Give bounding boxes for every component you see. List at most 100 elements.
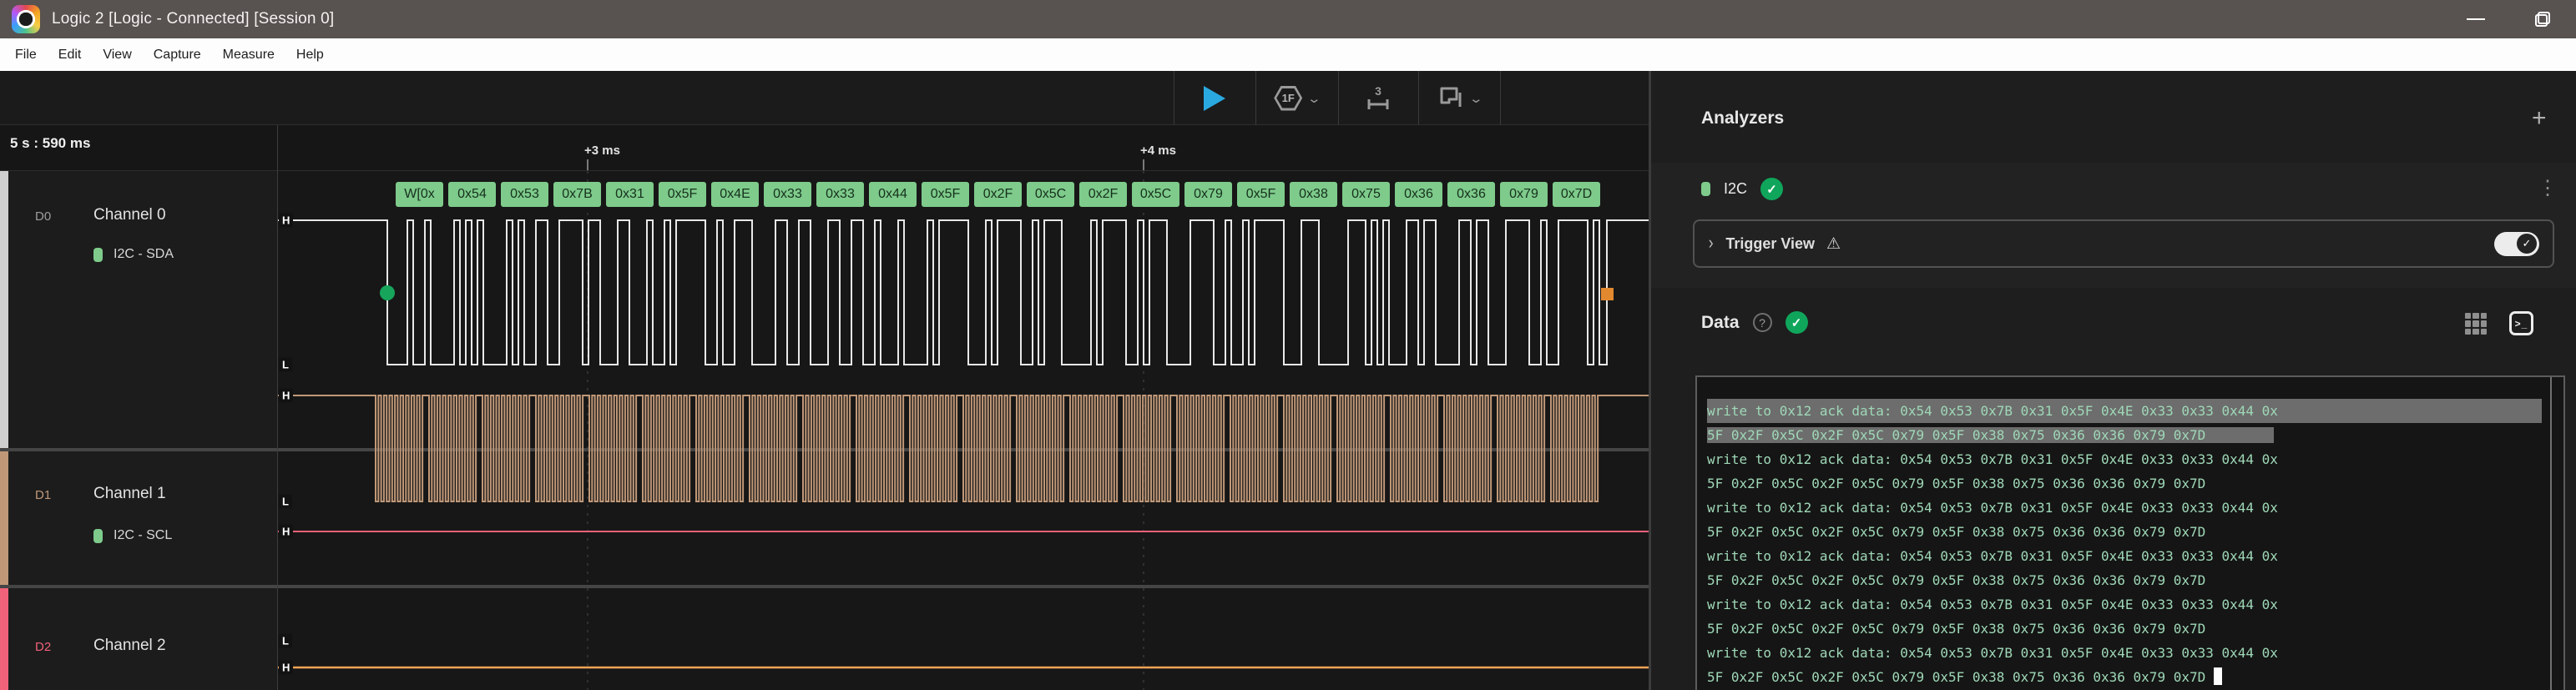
- i2c-byte-bubble[interactable]: 0x44: [869, 182, 917, 207]
- i2c-byte-bubble[interactable]: 0x7D: [1553, 182, 1600, 207]
- i2c-byte-bubble[interactable]: 0x33: [816, 182, 864, 207]
- analyzers-panel: Analyzers + I2C ✓ ⋮ › Trigger View ⚠ ✓ D…: [1649, 71, 2576, 690]
- flag-icon: [1437, 85, 1464, 112]
- minimize-button[interactable]: [2449, 0, 2503, 38]
- terminal-line[interactable]: 5F 0x2F 0x5C 0x2F 0x5C 0x79 0x5F 0x38 0x…: [1707, 471, 2542, 496]
- device-settings-button[interactable]: 1F ⌄: [1255, 71, 1338, 125]
- timeline-marker-label: +3 ms: [584, 144, 620, 158]
- i2c-byte-bubble[interactable]: 0x54: [448, 182, 496, 207]
- analyzer-dot-icon: [1701, 182, 1710, 196]
- channel-2-name: Channel 2: [93, 637, 166, 655]
- channel-0-label-panel[interactable]: D0 Channel 0 I2C - SDA: [0, 171, 277, 448]
- terminal-line[interactable]: 5F 0x2F 0x5C 0x2F 0x5C 0x79 0x5F 0x38 0x…: [1707, 423, 2542, 447]
- trigger-view-toggle[interactable]: ✓: [2494, 232, 2539, 256]
- trigger-view-row[interactable]: › Trigger View ⚠ ✓: [1693, 219, 2554, 268]
- capture-toolbar: 1F ⌄ 3 ⌄: [0, 71, 1649, 125]
- restore-button[interactable]: [2516, 0, 2569, 38]
- channel-0-id: D0: [35, 209, 51, 224]
- analyzer-ok-icon: ✓: [1760, 178, 1783, 200]
- terminal-view-button[interactable]: >_: [2509, 311, 2533, 335]
- start-capture-button[interactable]: [1174, 71, 1255, 125]
- sda-waveform: [277, 220, 1649, 365]
- i2c-stop-marker: [1601, 288, 1614, 300]
- terminal-line[interactable]: write to 0x12 ack data: 0x54 0x53 0x7B 0…: [1707, 641, 2542, 665]
- timeline-tick: [1143, 159, 1144, 170]
- i2c-byte-bubble[interactable]: 0x4E: [711, 182, 759, 207]
- menu-item-file[interactable]: File: [4, 38, 48, 71]
- timeline[interactable]: 5 s : 590 ms +3 ms +4 ms: [0, 125, 1649, 171]
- help-icon[interactable]: ?: [1753, 313, 1772, 332]
- menu-item-view[interactable]: View: [92, 38, 142, 71]
- data-header: Data ? ✓: [1701, 311, 1808, 334]
- table-view-button[interactable]: [2465, 313, 2487, 335]
- menu-item-edit[interactable]: Edit: [48, 38, 93, 71]
- data-ok-icon: ✓: [1786, 311, 1808, 334]
- i2c-byte-bubble[interactable]: 0x5F: [922, 182, 969, 207]
- timeline-marker-label: +4 ms: [1140, 144, 1176, 158]
- measurements-button[interactable]: 3: [1338, 71, 1418, 125]
- i2c-byte-bubble[interactable]: 0x2F: [974, 182, 1022, 207]
- i2c-byte-bubble[interactable]: 0x31: [606, 182, 654, 207]
- svg-text:3: 3: [1375, 84, 1381, 98]
- level-low-label: L: [279, 634, 292, 648]
- channel-2-color-strip: [0, 588, 8, 690]
- terminal-line[interactable]: 5F 0x2F 0x5C 0x2F 0x5C 0x79 0x5F 0x38 0x…: [1707, 665, 2542, 689]
- restore-icon: [2535, 12, 2550, 27]
- menu-item-measure[interactable]: Measure: [212, 38, 285, 71]
- level-high-label: H: [279, 389, 293, 403]
- app-logo-icon: [12, 5, 40, 33]
- terminal-line[interactable]: write to 0x12 ack data: 0x54 0x53 0x7B 0…: [1707, 399, 2542, 423]
- warning-icon: ⚠: [1826, 234, 1841, 254]
- terminal-scrollbar[interactable]: [2550, 377, 2552, 690]
- i2c-byte-bubble[interactable]: 0x38: [1290, 182, 1337, 207]
- chevron-down-icon: ⌄: [1307, 91, 1322, 106]
- terminal-line[interactable]: 5F 0x2F 0x5C 0x2F 0x5C 0x79 0x5F 0x38 0x…: [1707, 520, 2542, 544]
- terminal-line[interactable]: write to 0x12 ack data: 0x54 0x53 0x7B 0…: [1707, 544, 2542, 568]
- i2c-byte-bubble[interactable]: 0x2F: [1079, 182, 1127, 207]
- channel-1-label-panel[interactable]: D1 Channel 1 I2C - SCL: [0, 451, 277, 585]
- channel-2-label-panel[interactable]: D2 Channel 2: [0, 588, 277, 690]
- i2c-byte-bubble[interactable]: 0x79: [1500, 182, 1548, 207]
- i2c-byte-bubble[interactable]: 0x53: [501, 182, 548, 207]
- terminal-cursor: [2214, 667, 2222, 685]
- level-high-label: H: [279, 214, 293, 228]
- terminal-line[interactable]: write to 0x12 ack data: 0x54 0x53 0x7B 0…: [1707, 496, 2542, 520]
- i2c-byte-bubble[interactable]: 0x33: [764, 182, 811, 207]
- i2c-byte-bubble[interactable]: 0x75: [1342, 182, 1390, 207]
- trigger-view-label: Trigger View: [1725, 235, 1815, 253]
- i2c-byte-bubble[interactable]: 0x79: [1184, 182, 1232, 207]
- analyzer-menu-button[interactable]: ⋮: [2538, 176, 2558, 200]
- data-terminal[interactable]: write to 0x12 ack data: 0x54 0x53 0x7B 0…: [1695, 375, 2565, 690]
- terminal-line[interactable]: 5F 0x2F 0x5C 0x2F 0x5C 0x79 0x5F 0x38 0x…: [1707, 568, 2542, 592]
- add-analyzer-button[interactable]: +: [2532, 104, 2547, 133]
- i2c-byte-bubble[interactable]: 0x5F: [659, 182, 706, 207]
- analyzer-name: I2C: [1724, 180, 1747, 198]
- i2c-address-bubble[interactable]: W[0x: [396, 182, 443, 207]
- channel-0-color-strip: [0, 171, 8, 448]
- i2c-byte-bubble[interactable]: 0x5C: [1132, 182, 1179, 207]
- i2c-byte-bubble[interactable]: 0x5C: [1027, 182, 1074, 207]
- i2c-byte-bubble[interactable]: 0x5F: [1237, 182, 1285, 207]
- menu-item-help[interactable]: Help: [285, 38, 335, 71]
- i2c-analyzer-row[interactable]: I2C ✓: [1701, 178, 1783, 200]
- channel-1-analyzer-tag[interactable]: I2C - SCL: [93, 528, 172, 543]
- waveform-canvas[interactable]: [277, 171, 1649, 690]
- level-low-label: L: [279, 358, 292, 372]
- terminal-line[interactable]: write to 0x12 ack data: 0x54 0x53 0x7B 0…: [1707, 447, 2542, 471]
- app-window: Logic 2 [Logic - Connected] [Session 0] …: [0, 0, 2576, 690]
- i2c-start-marker: [380, 285, 395, 300]
- channel-0-analyzer-tag[interactable]: I2C - SDA: [93, 247, 174, 262]
- i2c-analyzer-section: I2C ✓ ⋮ › Trigger View ⚠ ✓: [1651, 163, 2576, 288]
- channel-1-color-strip: [0, 451, 8, 585]
- i2c-byte-bubble[interactable]: 0x36: [1395, 182, 1442, 207]
- terminal-line[interactable]: write to 0x12 ack data: 0x54 0x53 0x7B 0…: [1707, 592, 2542, 617]
- i2c-byte-bubble[interactable]: 0x36: [1447, 182, 1495, 207]
- menu-item-capture[interactable]: Capture: [143, 38, 212, 71]
- annotations-button[interactable]: ⌄: [1418, 71, 1500, 125]
- i2c-byte-bubble[interactable]: 0x7B: [553, 182, 601, 207]
- data-title: Data: [1701, 313, 1740, 333]
- terminal-line[interactable]: 5F 0x2F 0x5C 0x2F 0x5C 0x79 0x5F 0x38 0x…: [1707, 617, 2542, 641]
- timeline-absolute-time: 5 s : 590 ms: [10, 135, 90, 152]
- analyzer-dot-icon: [93, 529, 103, 543]
- toggle-check-icon: ✓: [2517, 234, 2537, 254]
